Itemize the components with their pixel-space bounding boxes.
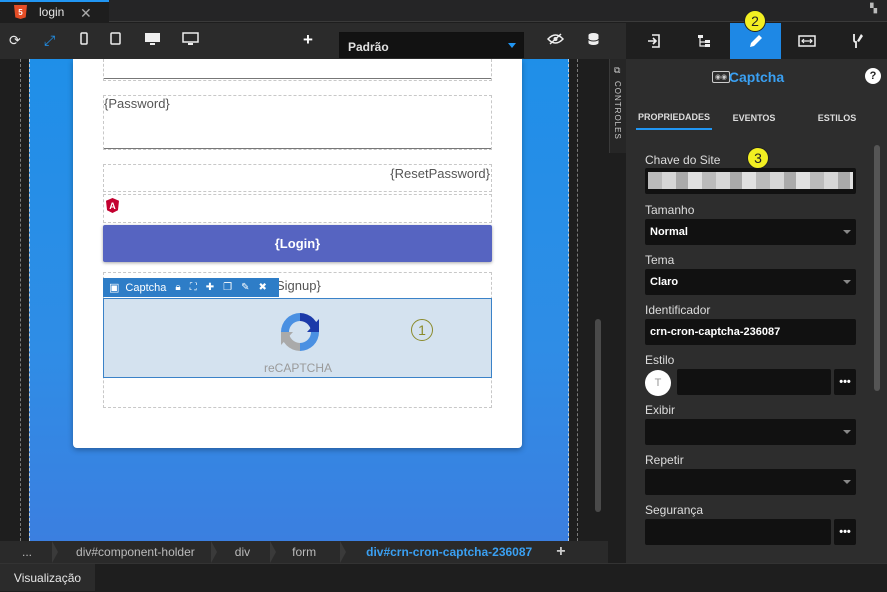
identificador-label: Identificador — [645, 303, 711, 317]
hide-icon[interactable] — [546, 32, 565, 48]
subtab-estilos[interactable]: ESTILOS — [804, 106, 870, 130]
copy-icon[interactable]: ❐ — [223, 282, 232, 293]
delete-icon[interactable]: ✖ — [258, 282, 266, 293]
panel-subtabs: PROPRIEDADES EVENTOS ESTILOS — [626, 106, 887, 130]
help-icon[interactable]: ? — [865, 68, 881, 84]
annotation-badge-2: 2 — [744, 10, 766, 32]
tablet-icon[interactable] — [110, 32, 121, 48]
captcha-toolbar-icon: ▣ — [109, 282, 120, 294]
chevron-down-icon — [508, 43, 516, 48]
device-select[interactable]: Padrão — [339, 32, 524, 58]
password-field-wrapper[interactable]: {Password} — [103, 95, 492, 150]
breadcrumb-item-form[interactable]: form — [270, 541, 347, 563]
restore-window-icon[interactable]: ▚ — [870, 3, 877, 14]
database-icon[interactable] — [587, 32, 600, 49]
chevron-down-icon — [843, 430, 851, 434]
password-underline — [104, 148, 491, 149]
tab-tree-icon[interactable] — [679, 23, 730, 59]
tab-style-icon[interactable] — [832, 23, 883, 59]
tema-select[interactable]: Claro — [645, 269, 856, 295]
seguranca-input[interactable] — [645, 519, 831, 545]
properties-panel: 2 ◉◉ Captcha ? PROPRIEDADES EVENTOS ESTI… — [626, 10, 887, 563]
identificador-input[interactable]: crn-cron-captcha-236087 — [645, 319, 856, 345]
bottom-bar: Visualização — [0, 563, 887, 592]
reset-password-wrapper[interactable]: {ResetPassword} — [103, 164, 492, 192]
estilo-label: Estilo — [645, 353, 675, 367]
html5-icon: 5 — [14, 5, 27, 19]
editor-toolbar: ⟳ ⤢ + — [0, 23, 626, 59]
design-canvas[interactable]: {Password} {ResetPassword} A {Login} Sig… — [0, 59, 608, 541]
tab-login[interactable]: 5 login ✕ — [0, 0, 109, 22]
tab-resize-icon[interactable] — [781, 23, 832, 59]
chave-do-site-label: Chave do Site — [645, 153, 721, 167]
exibir-select[interactable] — [645, 419, 856, 445]
panel-scrollbar[interactable] — [874, 145, 880, 391]
device-select-value: Padrão — [348, 40, 389, 54]
estilo-input[interactable] — [677, 369, 831, 395]
text-style-icon[interactable]: T — [645, 370, 671, 396]
angular-icon: A — [106, 198, 119, 213]
close-icon[interactable]: ✕ — [80, 5, 92, 22]
exibir-label: Exibir — [645, 403, 676, 417]
phone-icon[interactable] — [80, 32, 88, 48]
lock-icon[interactable]: 🔒︎ — [175, 282, 180, 293]
breadcrumb-item-component-holder[interactable]: div#component-holder — [52, 541, 217, 563]
repetir-label: Repetir — [645, 453, 684, 467]
estilo-more-button[interactable]: ••• — [834, 369, 856, 395]
controls-icon: ⧉ — [614, 65, 621, 75]
expand-icon[interactable]: ⤢ — [44, 32, 55, 48]
canvas-scrollbar[interactable] — [595, 319, 601, 512]
angular-component-wrapper[interactable]: A — [103, 194, 492, 223]
seguranca-label: Segurança — [645, 503, 704, 517]
refresh-icon[interactable]: ⟳ — [9, 32, 21, 48]
monitor-icon[interactable] — [182, 32, 199, 49]
annotation-badge-3: 3 — [747, 147, 769, 169]
login-button[interactable]: {Login} — [103, 225, 492, 262]
seguranca-more-button[interactable]: ••• — [834, 519, 856, 545]
desktop-icon[interactable] — [144, 32, 161, 49]
username-field-wrapper[interactable] — [103, 59, 492, 81]
tab-login-icon[interactable] — [628, 23, 679, 59]
panel-resize-grip-icon[interactable]: ⋮ — [883, 290, 887, 301]
recaptcha-text: reCAPTCHA — [264, 361, 333, 375]
breadcrumb-item-captcha[interactable]: div#crn-cron-captcha-236087 — [340, 541, 542, 563]
tamanho-select[interactable]: Normal — [645, 219, 856, 245]
annotation-badge-1: 1 — [411, 319, 433, 341]
add-button[interactable]: + — [303, 31, 313, 48]
controls-label: CONTROLES — [613, 81, 622, 140]
recaptcha-logo-icon — [281, 313, 319, 351]
chevron-down-icon — [843, 480, 851, 484]
fullscreen-icon[interactable]: ⛶ — [190, 282, 197, 293]
captcha-component[interactable]: reCAPTCHA 1 — [103, 298, 492, 378]
chevron-down-icon — [843, 230, 851, 234]
captcha-toolbar: ▣ Captcha 🔒︎ ⛶ ✚ ❐ ✎ ✖ — [103, 278, 279, 297]
captcha-toolbar-label: Captcha — [125, 281, 167, 294]
tamanho-value: Normal — [650, 226, 688, 238]
breadcrumb: ... div#component-holder div form div#cr… — [0, 541, 608, 563]
repetir-select[interactable] — [645, 469, 856, 495]
tema-label: Tema — [645, 253, 675, 267]
tamanho-label: Tamanho — [645, 203, 695, 217]
panel-tabs: 2 — [626, 10, 887, 59]
controls-strip[interactable]: ⧉ CONTROLES — [609, 59, 626, 153]
move-icon[interactable]: ✚ — [206, 282, 214, 293]
tab-visualizacao[interactable]: Visualização — [0, 564, 95, 591]
chave-do-site-input[interactable] — [645, 168, 856, 194]
signup-link[interactable]: Signup} — [276, 278, 321, 293]
breadcrumb-item-div[interactable]: div — [211, 541, 277, 563]
redacted-key — [648, 172, 853, 189]
magic-wand-icon[interactable]: ✎ — [241, 282, 249, 293]
chevron-down-icon — [843, 280, 851, 284]
breadcrumb-item-root[interactable]: ... — [0, 541, 59, 563]
add-breadcrumb-icon[interactable]: + — [556, 543, 565, 561]
tema-value: Claro — [650, 276, 679, 288]
subtab-propriedades[interactable]: PROPRIEDADES — [636, 106, 712, 130]
username-underline — [104, 78, 491, 79]
subtab-eventos[interactable]: EVENTOS — [722, 106, 786, 130]
panel-title: Captcha — [728, 69, 785, 85]
login-card[interactable]: {Password} {ResetPassword} A {Login} Sig… — [73, 59, 522, 448]
tab-title: login — [39, 5, 65, 19]
reset-password-link[interactable]: {ResetPassword} — [390, 166, 490, 181]
password-placeholder: {Password} — [104, 96, 170, 111]
